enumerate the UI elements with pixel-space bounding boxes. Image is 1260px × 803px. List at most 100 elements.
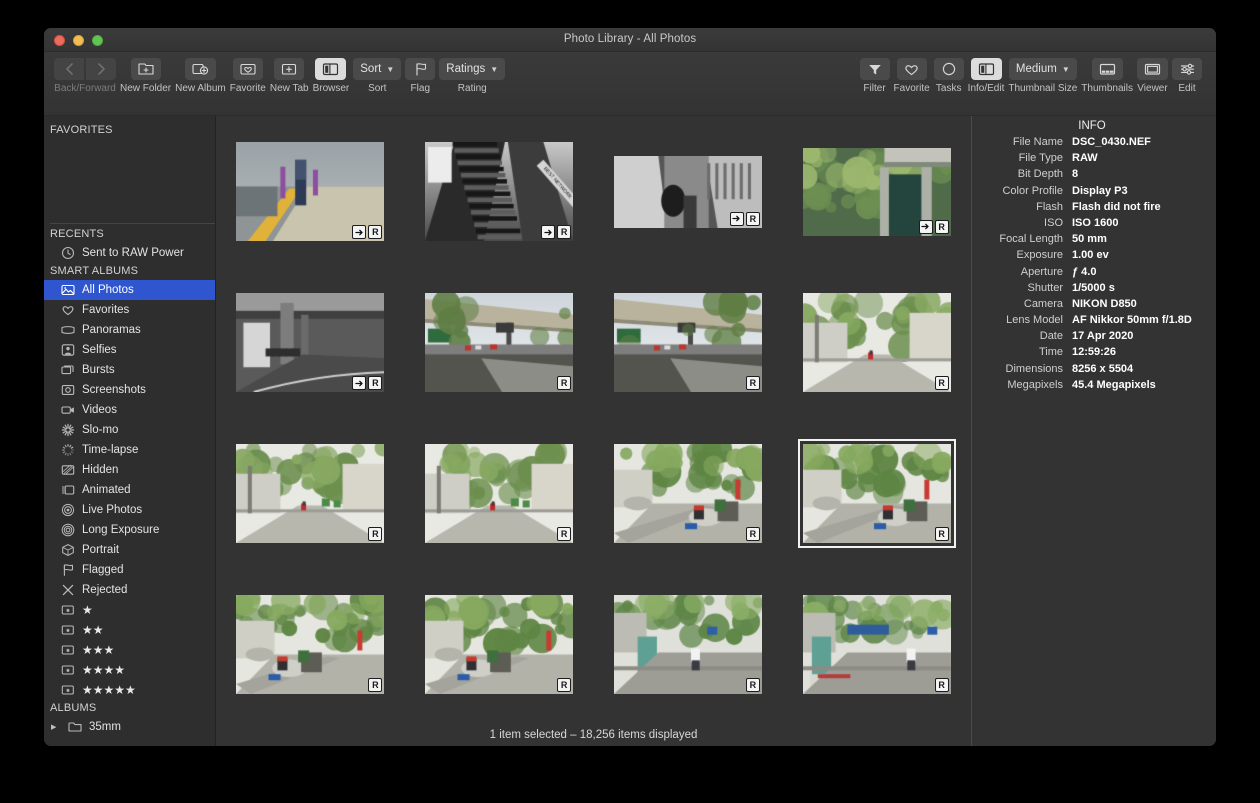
- sidebar-item-flagged[interactable]: Flagged: [44, 560, 215, 580]
- grid-cell[interactable]: R: [235, 116, 385, 267]
- new-album-label: New Album: [175, 83, 226, 94]
- tasks-button[interactable]: [934, 58, 964, 80]
- raw-badge: R: [368, 678, 382, 692]
- grid-cell[interactable]: [235, 720, 385, 724]
- thumbnail-underpass-bw[interactable]: R: [236, 293, 384, 392]
- grid-cell[interactable]: R: [802, 569, 952, 720]
- info-row: Exposure 1.00 ev: [980, 249, 1204, 261]
- favorite-label: Favorite: [230, 83, 266, 94]
- favorite-toggle-button[interactable]: [897, 58, 927, 80]
- grid-cell[interactable]: R: [424, 116, 574, 267]
- thumbnail-cart-vendor-selected[interactable]: R: [803, 444, 951, 543]
- grid-cell[interactable]: R: [613, 267, 763, 418]
- thumbnail-badges: R: [935, 678, 949, 692]
- info-key: Flash: [980, 201, 1072, 213]
- heart-folder-icon: [240, 62, 256, 76]
- new-tab-button[interactable]: [274, 58, 304, 80]
- sidebar-item-time-lapse[interactable]: Time-lapse: [44, 440, 215, 460]
- thumbnail-size-popup-button[interactable]: Medium ▼: [1009, 58, 1077, 80]
- favorite-button[interactable]: [233, 58, 263, 80]
- grid-cell[interactable]: [802, 720, 952, 724]
- thumbnail-soi-street-trees-2[interactable]: R: [425, 444, 573, 543]
- thumbnail-escalator-bw[interactable]: R: [425, 142, 573, 241]
- grid-cell[interactable]: [613, 720, 763, 724]
- grid-cell[interactable]: R: [235, 569, 385, 720]
- thumbnail-sidewalk-pedestrian-2[interactable]: R: [803, 595, 951, 694]
- thumbnail-cart-vendor-3[interactable]: R: [425, 595, 573, 694]
- new-folder-button[interactable]: [131, 58, 161, 80]
- sidebar-item-all-photos[interactable]: All Photos: [44, 280, 215, 300]
- back-button[interactable]: [54, 58, 84, 80]
- grid-cell[interactable]: R: [613, 418, 763, 569]
- edit-button[interactable]: [1172, 58, 1202, 80]
- sidebar-item-favorites[interactable]: Favorites: [44, 300, 215, 320]
- thumbnail-sidewalk-pedestrian-1[interactable]: R: [614, 595, 762, 694]
- grid-cell[interactable]: R: [235, 267, 385, 418]
- sidebar-item-videos[interactable]: Videos: [44, 400, 215, 420]
- selfie-icon: [60, 343, 75, 358]
- grid-cell[interactable]: [424, 720, 574, 724]
- grid-cell[interactable]: R: [424, 569, 574, 720]
- sidebar-favorites-empty: [44, 139, 215, 219]
- sidebar-item-hidden[interactable]: Hidden: [44, 460, 215, 480]
- sidebar-item-[interactable]: ★: [44, 600, 215, 620]
- thumbnail-train-interior-bw[interactable]: R: [614, 156, 762, 228]
- thumbnail-overpass-street-2[interactable]: R: [614, 293, 762, 392]
- forward-button[interactable]: [86, 58, 116, 80]
- raw-badge: R: [746, 376, 760, 390]
- sidebar-item-label: Long Exposure: [82, 524, 159, 536]
- info-edit-button[interactable]: [971, 58, 1002, 80]
- sidebar-item-label: ★: [82, 603, 93, 617]
- thumbnail-train-platform[interactable]: R: [236, 142, 384, 241]
- sidebar-item-[interactable]: ★★: [44, 620, 215, 640]
- sidebar-item-bursts[interactable]: Bursts: [44, 360, 215, 380]
- sidebar-item-[interactable]: ★★★★: [44, 660, 215, 680]
- rating-photo-icon: [60, 643, 75, 658]
- grid-cell[interactable]: R: [802, 116, 952, 267]
- sidebar-item-long-exposure[interactable]: Long Exposure: [44, 520, 215, 540]
- sidebar-item-rejected[interactable]: Rejected: [44, 580, 215, 600]
- disclosure-triangle-icon[interactable]: ▶: [51, 723, 60, 731]
- thumbnail-badges: R: [557, 678, 571, 692]
- sidebar-item-live-photos[interactable]: Live Photos: [44, 500, 215, 520]
- thumbnail-cart-vendor-1[interactable]: R: [614, 444, 762, 543]
- sent-arrow-badge-icon: [919, 220, 933, 234]
- thumbnail-badges: R: [368, 527, 382, 541]
- viewer-button[interactable]: [1137, 58, 1168, 80]
- sidebar-item-[interactable]: ★★★: [44, 640, 215, 660]
- sidebar-item-slo-mo[interactable]: Slo-mo: [44, 420, 215, 440]
- filter-button[interactable]: [860, 58, 890, 80]
- browser-button[interactable]: [315, 58, 346, 80]
- toolbar-group-new-tab: New Tab: [270, 58, 309, 94]
- sidebar-item-sent-to-raw-power[interactable]: Sent to RAW Power: [44, 243, 215, 263]
- thumbnails-button[interactable]: [1092, 58, 1123, 80]
- thumbnail-cart-vendor-2[interactable]: R: [236, 595, 384, 694]
- sidebar-item-selfies[interactable]: Selfies: [44, 340, 215, 360]
- flag-button[interactable]: [405, 58, 435, 80]
- sidebar-item-panoramas[interactable]: Panoramas: [44, 320, 215, 340]
- sidebar-item-animated[interactable]: Animated: [44, 480, 215, 500]
- ratings-popup-button[interactable]: Ratings ▼: [439, 58, 505, 80]
- sidebar-item-[interactable]: ★★★★★: [44, 680, 215, 700]
- sidebar-item-screenshots[interactable]: Screenshots: [44, 380, 215, 400]
- sort-popup-button[interactable]: Sort ▼: [353, 58, 401, 80]
- grid-cell[interactable]: R: [424, 267, 574, 418]
- thumbnail-grid[interactable]: R R R R R R R R R R R R R R R R: [216, 116, 971, 724]
- sidebar-item-portrait[interactable]: Portrait: [44, 540, 215, 560]
- thumbnail-soi-street-moto[interactable]: R: [803, 293, 951, 392]
- grid-cell[interactable]: R: [802, 267, 952, 418]
- toolbar-group-new-album: New Album: [175, 58, 226, 94]
- grid-cell[interactable]: R: [802, 418, 952, 569]
- thumbnail-canal-greenery[interactable]: R: [803, 148, 951, 236]
- thumbnail-overpass-street-1[interactable]: R: [425, 293, 573, 392]
- thumbnail-soi-street-trees-1[interactable]: R: [236, 444, 384, 543]
- sidebar-section-header-albums: ALBUMS: [44, 700, 215, 717]
- sidebar[interactable]: FAVORITES RECENTS Sent to RAW Power SMART A…: [44, 116, 216, 746]
- info-row: File Name DSC_0430.NEF: [980, 136, 1204, 148]
- grid-cell[interactable]: R: [613, 116, 763, 267]
- grid-cell[interactable]: R: [424, 418, 574, 569]
- grid-cell[interactable]: R: [235, 418, 385, 569]
- grid-cell[interactable]: R: [613, 569, 763, 720]
- new-album-button[interactable]: [185, 58, 216, 80]
- sidebar-item-35mm[interactable]: ▶ 35mm: [44, 717, 215, 737]
